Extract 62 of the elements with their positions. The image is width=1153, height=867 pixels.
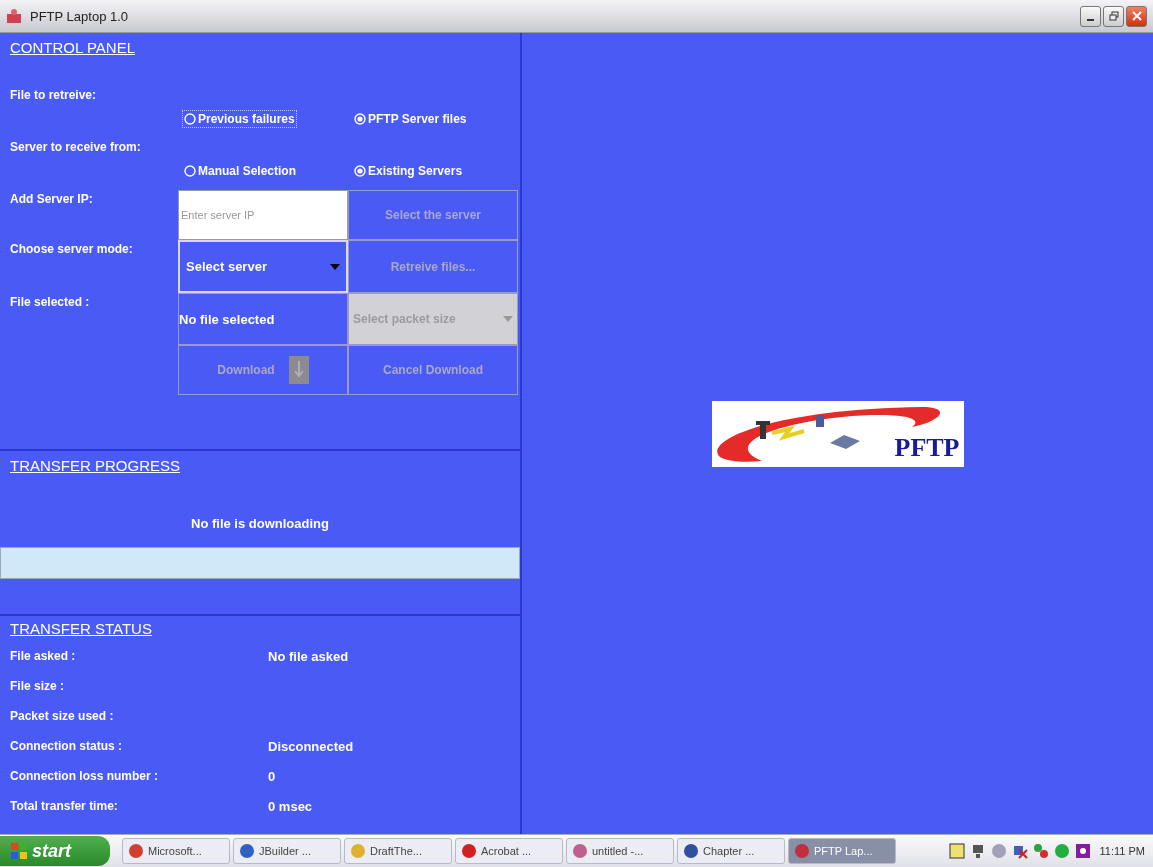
server-ip-field[interactable]: Enter server IP bbox=[178, 190, 348, 240]
caret-icon bbox=[330, 263, 340, 270]
taskbar-item[interactable]: PFTP Lap... bbox=[788, 838, 896, 864]
status-value: No file asked bbox=[268, 648, 349, 664]
app-icon bbox=[461, 843, 477, 859]
status-value: Disconnected bbox=[268, 738, 354, 754]
status-label: Packet size used : bbox=[10, 709, 115, 723]
help-icon[interactable] bbox=[948, 843, 965, 859]
status-label: Connection loss number : bbox=[10, 769, 159, 783]
app-icon bbox=[239, 843, 255, 859]
download-icon bbox=[288, 356, 309, 384]
caret-icon bbox=[503, 316, 513, 322]
taskbar-item[interactable]: DraftThe... bbox=[344, 838, 452, 864]
close-button[interactable] bbox=[1126, 5, 1147, 27]
panel-title: TRANSFER STATUS bbox=[10, 620, 152, 637]
field-label: Server to receive from: bbox=[10, 139, 142, 154]
app-icon bbox=[128, 843, 144, 859]
clock: 11:11 PM bbox=[1099, 845, 1145, 857]
laptop-icon bbox=[829, 434, 860, 449]
app-icon bbox=[350, 843, 366, 859]
logo-text: PFTP bbox=[894, 432, 960, 463]
antenna-icon bbox=[755, 420, 770, 439]
minimize-button[interactable] bbox=[1080, 5, 1101, 27]
minimize-icon bbox=[1087, 19, 1094, 21]
start-button[interactable]: start bbox=[0, 836, 110, 866]
taskbar-item[interactable]: Microsoft... bbox=[122, 838, 230, 864]
windows-flag-icon bbox=[10, 842, 28, 860]
field-label: File to retreive: bbox=[10, 87, 98, 102]
lightning-icon bbox=[771, 425, 805, 441]
progress-message: No file is downloading bbox=[191, 516, 329, 531]
panel-title: TRANSFER PROGRESS bbox=[10, 457, 181, 474]
tray-app-icon[interactable] bbox=[1074, 843, 1091, 859]
radio-option[interactable]: PFTP Server files bbox=[352, 110, 469, 128]
app-icon bbox=[794, 843, 810, 859]
taskbar-item[interactable]: Chapter ... bbox=[677, 838, 785, 864]
field-label: Choose server mode: bbox=[10, 241, 134, 256]
app-icon bbox=[572, 843, 588, 859]
radio-option[interactable]: Manual Selection bbox=[182, 162, 299, 180]
app-icon bbox=[683, 843, 699, 859]
panel-title: CONTROL PANEL bbox=[10, 39, 136, 56]
window-title: PFTP Laptop 1.0 bbox=[30, 8, 129, 24]
close-icon bbox=[1131, 11, 1142, 21]
field-label: Add Server IP: bbox=[10, 191, 94, 206]
taskbar-item[interactable]: untitled -... bbox=[566, 838, 674, 864]
taskbar-item[interactable]: JBuilder ... bbox=[233, 838, 341, 864]
taskbar-item[interactable]: Acrobat ... bbox=[455, 838, 563, 864]
server-mode-dropdown[interactable]: Select server bbox=[178, 240, 348, 293]
restore-icon bbox=[1108, 11, 1119, 21]
status-value: 0 bbox=[268, 768, 276, 784]
field-label: File selected : bbox=[10, 294, 91, 309]
app-icon bbox=[6, 8, 22, 24]
radio-option[interactable]: Existing Servers bbox=[352, 162, 465, 180]
restore-button[interactable] bbox=[1103, 5, 1124, 27]
status-label: File size : bbox=[10, 679, 66, 693]
status-label: File asked : bbox=[10, 649, 77, 663]
phone-icon bbox=[815, 414, 824, 427]
status-value: 0 msec bbox=[268, 798, 313, 814]
radio-option[interactable]: Previous failures bbox=[182, 110, 297, 128]
status-label: Connection status : bbox=[10, 739, 123, 753]
status-label: Total transfer time: bbox=[10, 799, 119, 813]
disconnected-icon[interactable] bbox=[1011, 843, 1028, 859]
file-selected-value: No file selected bbox=[179, 311, 275, 327]
